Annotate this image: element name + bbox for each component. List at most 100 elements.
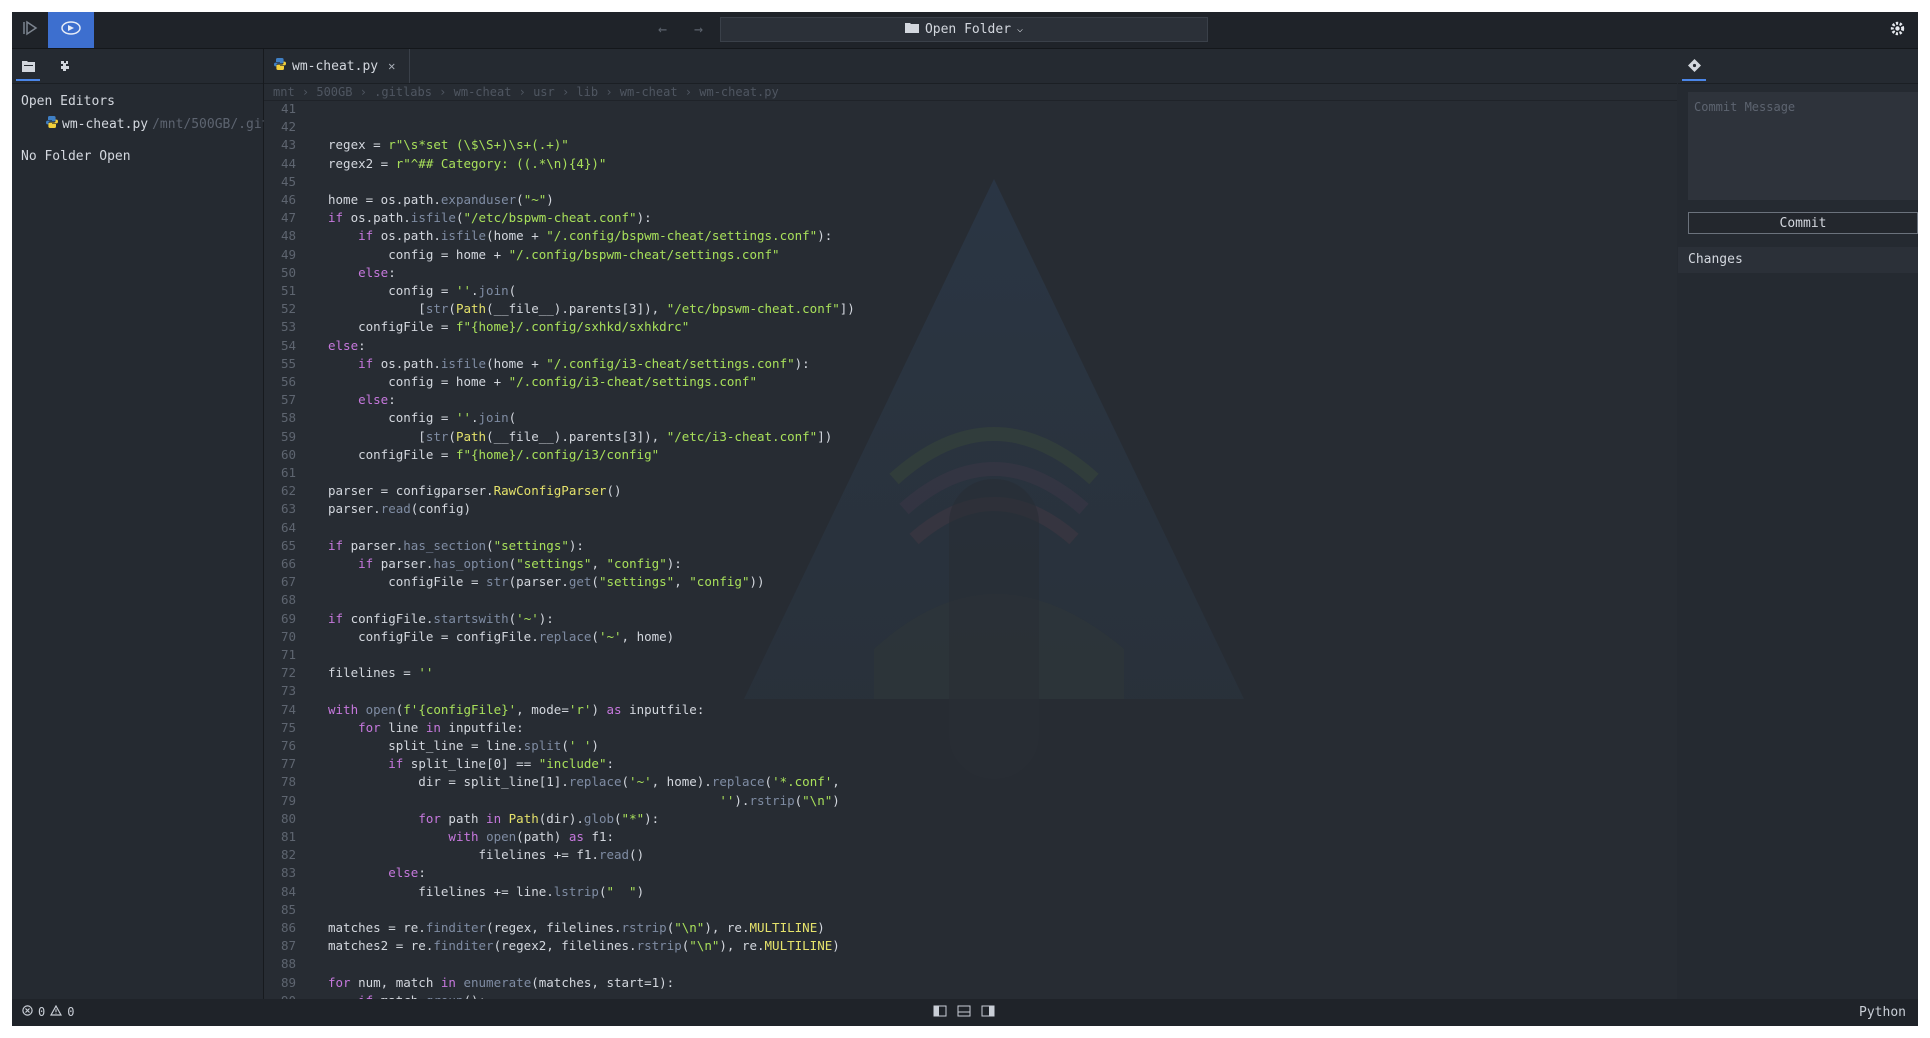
code-line[interactable]: 62 parser = configparser.RawConfigParser(… [264,482,622,500]
line-number: 45 [280,173,296,189]
code-line[interactable]: 56 config = home + "/.config/i3-cheat/se… [264,373,757,391]
line-number: 59 [280,428,296,444]
code-line[interactable]: 55 if os.path.isfile(home + "/.config/i3… [264,355,810,373]
tab-wm-cheat-py[interactable]: wm-cheat.py ✕ [264,49,410,83]
run-button[interactable] [12,12,48,48]
code-line[interactable]: 64 [264,519,296,537]
code-line[interactable]: 75 for line in inputfile: [264,719,524,737]
code-line[interactable]: 78 dir = split_line[1].replace('~', home… [264,773,840,791]
code-line[interactable]: 71 [264,646,296,664]
code-line[interactable]: 81 with open(path) as f1: [264,828,614,846]
code-line[interactable]: 67 configFile = str(parser.get("settings… [264,573,765,591]
code-line[interactable]: 47 if os.path.isfile("/etc/bspwm-cheat.co… [264,209,652,227]
code-text: matches2 = re.finditer(regex2, filelines… [328,938,840,954]
code-line[interactable]: 79 '').rstrip("\n") [264,792,840,810]
code-line[interactable]: 76 split_line = line.split(' ') [264,737,599,755]
tab-extensions[interactable] [52,53,76,79]
remote-button[interactable] [48,12,94,48]
code-text: regex2 = r"^## Category: ((.*\n){4})" [328,155,607,171]
layout-left-icon[interactable] [933,1004,947,1021]
code-line[interactable]: 65 if parser.has_section("settings"): [264,537,584,555]
settings-button[interactable] [1882,12,1912,48]
commit-message-input[interactable]: Commit Message [1688,92,1918,200]
commit-button[interactable]: Commit [1688,212,1918,234]
code-line[interactable]: 54 else: [264,337,366,355]
tab-explorer[interactable] [16,53,40,81]
close-icon[interactable]: ✕ [388,59,395,73]
code-line[interactable]: 53 configFile = f"{home}/.config/sxhkd/s… [264,318,689,336]
code-text: filelines = '' [328,665,434,681]
code-line[interactable]: 60 configFile = f"{home}/.config/i3/conf… [264,446,659,464]
code-line[interactable]: 89 for num, match in enumerate(matches, s… [264,974,674,992]
code-line[interactable]: 74 with open(f'{configFile}', mode='r') a… [264,701,704,719]
code-view[interactable]: 41 42 43 regex = r"\s*set (\$\S+)\s+(.+)" 44… [264,100,1677,999]
code-line[interactable]: 43 regex = r"\s*set (\$\S+)\s+(.+)" [264,136,569,154]
code-text: [str(Path(__file__).parents[3]), "/etc/i… [328,428,833,444]
back-arrow-icon[interactable]: ← [658,20,667,38]
code-line[interactable]: 52 [str(Path(__file__).parents[3]), "/et… [264,300,855,318]
code-line[interactable]: 73 [264,682,296,700]
scm-tabs [1678,49,1918,84]
code-line[interactable]: 42 [264,118,296,136]
line-number: 41 [280,101,296,116]
code-line[interactable]: 50 else: [264,264,396,282]
problems-indicator[interactable]: 0 0 [22,1004,74,1019]
code-line[interactable]: 41 [264,100,296,118]
code-line[interactable]: 72 filelines = '' [264,664,433,682]
line-number: 48 [280,228,296,244]
code-line[interactable]: 63 parser.read(config) [264,500,471,518]
code-line[interactable]: 58 config = ''.join( [264,409,516,427]
forward-arrow-icon[interactable]: → [694,20,703,38]
code-line[interactable]: 87 matches2 = re.finditer(regex2, filelin… [264,937,840,955]
line-number: 81 [280,829,296,844]
code-line[interactable]: 84 filelines += line.lstrip(" ") [264,883,644,901]
code-line[interactable]: 77 if split_line[0] == "include": [264,755,614,773]
open-folder-button[interactable]: Open Folder ⌵ [720,17,1208,42]
layout-right-icon[interactable] [981,1004,995,1021]
source-control-icon [1687,57,1701,76]
code-line[interactable]: 85 [264,901,296,919]
status-bar: 0 0 Python [12,999,1918,1026]
language-mode[interactable]: Python [1859,1005,1906,1020]
line-number: 67 [280,574,296,590]
code-line[interactable]: 70 configFile = configFile.replace('~', … [264,628,674,646]
code-line[interactable]: 88 [264,955,296,973]
code-line[interactable]: 48 if os.path.isfile(home + "/.config/bs… [264,227,832,245]
changes-header[interactable]: Changes [1678,247,1918,273]
line-number: 83 [280,865,296,881]
code-text: configFile = f"{home}/.config/i3/config" [328,446,660,462]
code-line[interactable]: 66 if parser.has_option("settings", "con… [264,555,682,573]
layout-bottom-icon[interactable] [957,1004,971,1021]
code-line[interactable]: 51 config = ''.join( [264,282,516,300]
code-text: if os.path.isfile(home + "/.config/bspwm… [358,228,833,244]
run-icon [22,20,38,40]
code-text: else: [388,865,426,881]
line-number: 60 [280,446,296,462]
code-text: if os.path.isfile("/etc/bspwm-cheat.conf… [328,210,652,226]
code-line[interactable]: 59 [str(Path(__file__).parents[3]), "/et… [264,428,832,446]
tab-source-control[interactable] [1682,53,1706,81]
code-text: else: [328,337,366,353]
source-control-panel: Commit Message Commit Changes [1678,49,1918,999]
code-line[interactable]: 44 regex2 = r"^## Category: ((.*\n){4})" [264,155,607,173]
code-line[interactable]: 80 for path in Path(dir).glob("*"): [264,810,659,828]
open-editors-header[interactable]: Open Editors [21,94,115,109]
code-text: [str(Path(__file__).parents[3]), "/etc/b… [328,301,855,317]
line-number: 42 [280,119,296,135]
code-line[interactable]: 90 if match.group(): [264,992,486,999]
code-text: if configFile.startswith('~'): [328,610,554,626]
code-line[interactable]: 57 else: [264,391,396,409]
code-line[interactable]: 45 [264,173,296,191]
code-line[interactable]: 49 config = home + "/.config/bspwm-cheat… [264,246,780,264]
code-line[interactable]: 83 else: [264,864,426,882]
code-line[interactable]: 61 [264,464,296,482]
line-number: 63 [280,501,296,517]
line-number: 50 [280,264,296,280]
code-line[interactable]: 69 if configFile.startswith('~'): [264,610,554,628]
code-line[interactable]: 82 filelines += f1.read() [264,846,644,864]
breadcrumb[interactable]: mnt › 500GB › .gitlabs › wm-cheat › usr … [264,84,1677,101]
code-line[interactable]: 86 matches = re.finditer(regex, filelines… [264,919,825,937]
code-line[interactable]: 46 home = os.path.expanduser("~") [264,191,554,209]
line-number: 74 [280,701,296,717]
code-line[interactable]: 68 [264,591,296,609]
